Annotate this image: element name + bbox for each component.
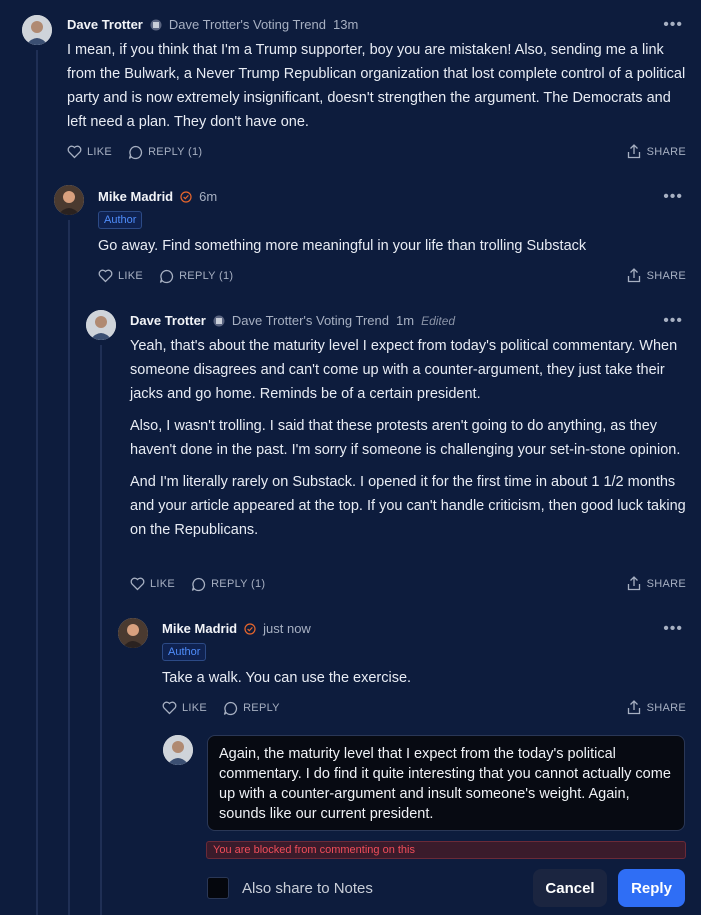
- like-label: LIKE: [118, 270, 144, 282]
- comment-bubble-icon: [191, 577, 206, 591]
- commenter-name[interactable]: Dave Trotter: [130, 313, 206, 328]
- comment-paragraph: Yeah, that's about the maturity level I …: [130, 338, 678, 402]
- heart-icon: [130, 577, 145, 591]
- reply-label: REPLY (1): [211, 578, 266, 590]
- share-label: SHARE: [646, 145, 686, 158]
- share-to-notes-checkbox[interactable]: [207, 877, 229, 899]
- comment-paragraph: Also, I wasn't trolling. I said that the…: [130, 418, 681, 458]
- cancel-button[interactable]: Cancel: [533, 869, 607, 907]
- reply-label: REPLY (1): [148, 146, 203, 158]
- author-tag: Author: [98, 211, 143, 229]
- reply-button[interactable]: REPLY (1): [159, 269, 233, 284]
- heart-icon: [162, 701, 177, 715]
- reply-label: REPLY: [243, 702, 280, 714]
- share-icon: [627, 576, 640, 591]
- like-label: LIKE: [182, 702, 208, 714]
- timestamp[interactable]: just now: [263, 621, 311, 636]
- comment-paragraph: I mean, if you think that I'm a Trump su…: [67, 42, 686, 130]
- comment-paragraph: Go away. Find something more meaningful …: [98, 238, 587, 254]
- verified-author-icon: [244, 622, 256, 635]
- verified-author-icon: [180, 190, 192, 203]
- share-label: SHARE: [646, 269, 686, 282]
- publication-name[interactable]: Dave Trotter's Voting Trend: [232, 313, 389, 328]
- publication-name[interactable]: Dave Trotter's Voting Trend: [169, 17, 326, 32]
- comment-bubble-icon: [128, 145, 143, 159]
- comment-bubble-icon: [223, 701, 238, 715]
- timestamp[interactable]: 6m: [199, 189, 217, 204]
- more-options-icon[interactable]: •••: [663, 313, 683, 329]
- share-icon: [627, 144, 640, 159]
- share-to-notes-label[interactable]: Also share to Notes: [242, 880, 373, 897]
- heart-icon: [98, 269, 113, 283]
- commenter-name[interactable]: Mike Madrid: [162, 621, 237, 636]
- share-label: SHARE: [646, 577, 686, 590]
- more-options-icon[interactable]: •••: [663, 17, 683, 33]
- publication-icon: [150, 19, 162, 30]
- comment-body: Go away. Find something more meaningful …: [98, 234, 688, 266]
- like-label: LIKE: [87, 146, 113, 158]
- reply-button[interactable]: REPLY (1): [191, 577, 265, 592]
- commenter-name[interactable]: Mike Madrid: [98, 189, 173, 204]
- thread-line: [36, 50, 38, 915]
- thread-line: [100, 345, 102, 915]
- heart-icon: [67, 145, 82, 159]
- publication-icon: [213, 315, 225, 326]
- thread-line: [68, 220, 70, 915]
- like-button[interactable]: LIKE: [130, 577, 175, 591]
- timestamp[interactable]: 13m: [333, 17, 358, 32]
- reply-button[interactable]: REPLY (1): [128, 145, 202, 160]
- avatar[interactable]: [22, 15, 52, 45]
- avatar[interactable]: [118, 618, 148, 648]
- avatar[interactable]: [54, 185, 84, 215]
- comment-paragraph: And I'm literally rarely on Substack. I …: [130, 474, 686, 538]
- blocked-error-message: You are blocked from commenting on this: [206, 841, 686, 859]
- edited-label: Edited: [421, 313, 456, 328]
- reply-submit-button[interactable]: Reply: [618, 869, 685, 907]
- author-tag: Author: [162, 643, 207, 661]
- share-button[interactable]: SHARE: [627, 576, 686, 591]
- more-options-icon[interactable]: •••: [663, 189, 683, 205]
- share-button[interactable]: SHARE: [627, 700, 686, 715]
- avatar: [163, 735, 193, 765]
- timestamp[interactable]: 1m: [396, 313, 414, 328]
- like-label: LIKE: [150, 578, 176, 590]
- comment-paragraph: Take a walk. You can use the exercise.: [162, 670, 412, 686]
- share-button[interactable]: SHARE: [627, 144, 686, 159]
- share-icon: [627, 700, 640, 715]
- reply-button[interactable]: REPLY: [223, 701, 280, 716]
- share-button[interactable]: SHARE: [627, 268, 686, 283]
- comment-body: Yeah, that's about the maturity level I …: [130, 334, 686, 550]
- commenter-name[interactable]: Dave Trotter: [67, 17, 143, 32]
- like-button[interactable]: LIKE: [67, 145, 112, 159]
- reply-label: REPLY (1): [179, 270, 234, 282]
- comment-body: I mean, if you think that I'm a Trump su…: [67, 38, 687, 142]
- avatar[interactable]: [86, 310, 116, 340]
- comment-bubble-icon: [159, 269, 174, 283]
- like-button[interactable]: LIKE: [162, 701, 207, 715]
- more-options-icon[interactable]: •••: [663, 621, 683, 637]
- comment-body: Take a walk. You can use the exercise.: [162, 666, 686, 698]
- share-label: SHARE: [646, 701, 686, 714]
- share-icon: [627, 268, 640, 283]
- reply-textarea[interactable]: Again, the maturity level that I expect …: [207, 735, 685, 831]
- like-button[interactable]: LIKE: [98, 269, 143, 283]
